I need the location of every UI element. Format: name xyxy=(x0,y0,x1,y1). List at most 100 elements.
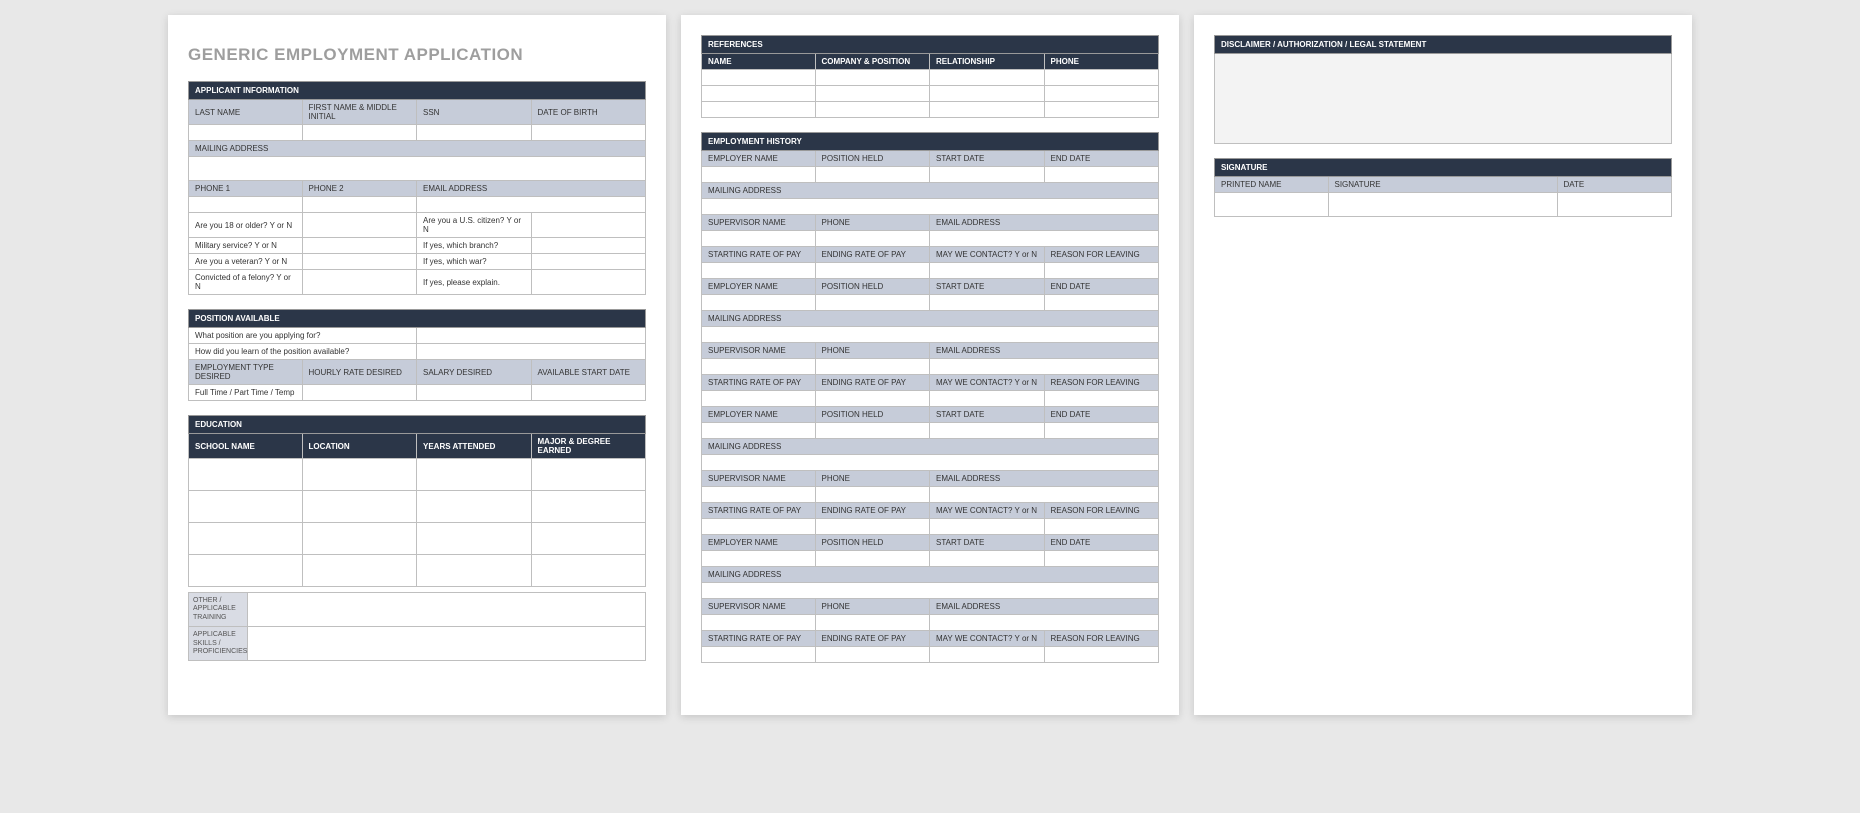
emp-input[interactable] xyxy=(701,359,816,375)
ref-row[interactable] xyxy=(930,70,1045,86)
input-date[interactable] xyxy=(1558,193,1673,217)
emp-input[interactable] xyxy=(1045,423,1160,439)
emp-input[interactable] xyxy=(816,647,931,663)
emp-input[interactable] xyxy=(816,551,931,567)
emp-input[interactable] xyxy=(701,263,816,279)
emp-input[interactable] xyxy=(930,359,1159,375)
ref-row[interactable] xyxy=(701,70,816,86)
input-phone1[interactable] xyxy=(188,197,303,213)
emp-input[interactable] xyxy=(930,519,1045,535)
edu-row[interactable] xyxy=(417,491,532,523)
emp-input[interactable] xyxy=(816,167,931,183)
edu-row[interactable] xyxy=(188,491,303,523)
input-printed-name[interactable] xyxy=(1214,193,1329,217)
input-signature[interactable] xyxy=(1329,193,1558,217)
emp-input[interactable] xyxy=(930,231,1159,247)
a-learn[interactable] xyxy=(417,344,646,360)
edu-row[interactable] xyxy=(417,523,532,555)
emp-input[interactable] xyxy=(816,423,931,439)
input-dob[interactable] xyxy=(532,125,647,141)
ref-row[interactable] xyxy=(1045,102,1160,118)
emp-input[interactable] xyxy=(701,615,816,631)
a-military[interactable] xyxy=(303,238,418,254)
input-skills[interactable] xyxy=(248,627,646,661)
emp-input[interactable] xyxy=(930,487,1159,503)
ref-row[interactable] xyxy=(816,86,931,102)
emp-input[interactable] xyxy=(1045,263,1160,279)
emp-input[interactable] xyxy=(701,455,1159,471)
emp-input[interactable] xyxy=(816,295,931,311)
edu-row[interactable] xyxy=(188,555,303,587)
a-citizen[interactable] xyxy=(532,213,647,238)
emp-input[interactable] xyxy=(1045,167,1160,183)
edu-row[interactable] xyxy=(532,523,647,555)
emp-input[interactable] xyxy=(1045,647,1160,663)
emp-input[interactable] xyxy=(816,519,931,535)
emp-input[interactable] xyxy=(930,551,1045,567)
emp-input[interactable] xyxy=(701,167,816,183)
a-veteran[interactable] xyxy=(303,254,418,270)
emp-input[interactable] xyxy=(930,423,1045,439)
emp-input[interactable] xyxy=(701,199,1159,215)
edu-row[interactable] xyxy=(188,523,303,555)
emp-input[interactable] xyxy=(816,391,931,407)
edu-row[interactable] xyxy=(532,491,647,523)
emp-input[interactable] xyxy=(930,391,1045,407)
edu-row[interactable] xyxy=(417,555,532,587)
ref-row[interactable] xyxy=(701,86,816,102)
ref-row[interactable] xyxy=(930,102,1045,118)
emp-input[interactable] xyxy=(930,647,1045,663)
emp-input[interactable] xyxy=(701,423,816,439)
emp-input[interactable] xyxy=(701,327,1159,343)
emp-input[interactable] xyxy=(1045,551,1160,567)
emp-input[interactable] xyxy=(701,647,816,663)
emp-input[interactable] xyxy=(1045,391,1160,407)
emp-input[interactable] xyxy=(701,391,816,407)
emp-input[interactable] xyxy=(1045,295,1160,311)
emp-input[interactable] xyxy=(701,519,816,535)
input-phone2[interactable] xyxy=(303,197,418,213)
ref-row[interactable] xyxy=(1045,70,1160,86)
emp-input[interactable] xyxy=(930,263,1045,279)
input-email[interactable] xyxy=(417,197,646,213)
a-position[interactable] xyxy=(417,328,646,344)
emp-input[interactable] xyxy=(816,263,931,279)
edu-row[interactable] xyxy=(417,459,532,491)
edu-row[interactable] xyxy=(188,459,303,491)
emp-input[interactable] xyxy=(701,583,1159,599)
input-start[interactable] xyxy=(532,385,647,401)
emp-input[interactable] xyxy=(930,615,1159,631)
emp-input[interactable] xyxy=(816,487,931,503)
a-18[interactable] xyxy=(303,213,418,238)
input-last-name[interactable] xyxy=(188,125,303,141)
ref-row[interactable] xyxy=(816,70,931,86)
disclaimer-text-area[interactable] xyxy=(1214,54,1672,144)
input-first-name[interactable] xyxy=(303,125,418,141)
a-war[interactable] xyxy=(532,254,647,270)
edu-row[interactable] xyxy=(303,555,418,587)
edu-row[interactable] xyxy=(532,555,647,587)
a-branch[interactable] xyxy=(532,238,647,254)
a-explain[interactable] xyxy=(532,270,647,295)
emp-input[interactable] xyxy=(701,295,816,311)
emp-input[interactable] xyxy=(816,359,931,375)
emp-input[interactable] xyxy=(701,487,816,503)
ref-row[interactable] xyxy=(1045,86,1160,102)
input-other-training[interactable] xyxy=(248,592,646,627)
input-salary[interactable] xyxy=(417,385,532,401)
ref-row[interactable] xyxy=(930,86,1045,102)
input-ssn[interactable] xyxy=(417,125,532,141)
emp-input[interactable] xyxy=(816,615,931,631)
edu-row[interactable] xyxy=(532,459,647,491)
edu-row[interactable] xyxy=(303,491,418,523)
emp-input[interactable] xyxy=(701,231,816,247)
ref-row[interactable] xyxy=(701,102,816,118)
emp-input[interactable] xyxy=(816,231,931,247)
emp-input[interactable] xyxy=(701,551,816,567)
emp-input[interactable] xyxy=(930,295,1045,311)
emp-input[interactable] xyxy=(930,167,1045,183)
input-mailing-address[interactable] xyxy=(188,157,646,181)
input-hourly[interactable] xyxy=(303,385,418,401)
a-felony[interactable] xyxy=(303,270,418,295)
edu-row[interactable] xyxy=(303,459,418,491)
